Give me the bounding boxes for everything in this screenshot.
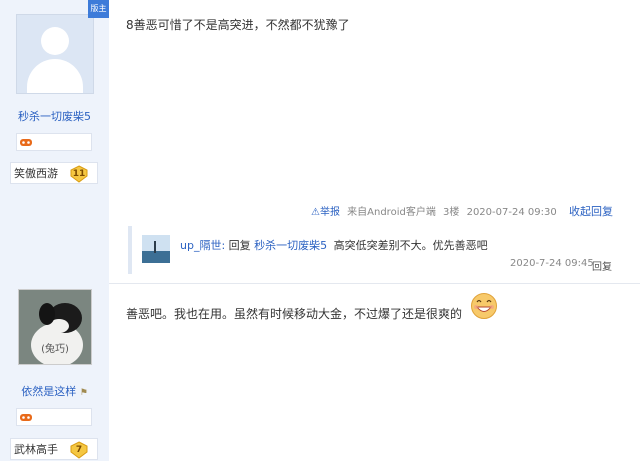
- reply-user-avatar[interactable]: [142, 235, 170, 263]
- rank-title-2: 武林高手 7: [10, 438, 98, 460]
- avatar-caption: (兔巧): [41, 344, 69, 355]
- reply-button[interactable]: 回复: [592, 258, 612, 273]
- report-link[interactable]: ⚠举报: [311, 207, 343, 218]
- warning-icon: ⚠: [311, 207, 320, 218]
- grinning-emoji-icon: [471, 293, 497, 319]
- user-avatar-2[interactable]: (兔巧): [18, 289, 92, 365]
- sidebar: 版主 秒杀一切废柴5 笑傲西游 11 (兔巧) 依然是这样 ⚑ 武林高手 7: [0, 0, 109, 461]
- reply-target-user[interactable]: 秒杀一切废柴5: [254, 239, 327, 252]
- medal-box-2: [16, 408, 92, 426]
- post-time: 2020-07-24 09:30: [466, 207, 557, 218]
- rank-label-2: 武林高手: [14, 443, 58, 456]
- reply-time: 2020-7-24 09:45: [510, 258, 594, 269]
- collapse-replies-button[interactable]: 收起回复: [569, 203, 613, 219]
- rank-title: 笑傲西游 11: [10, 162, 98, 184]
- gamepad-medal-icon: [20, 139, 32, 146]
- post-content-2: 善恶吧。我也在用。虽然有时候移动大金，不过爆了还是很爽的: [126, 307, 463, 321]
- post-source[interactable]: 来自Android客户端: [347, 207, 436, 218]
- flag-icon: ⚑: [79, 388, 88, 398]
- username-2-text: 依然是这样: [21, 385, 77, 398]
- reply-line: up_隔世: 回复 秒杀一切废柴5 高突低突差别不大。优先善恶吧: [180, 237, 488, 253]
- floor-number: 3楼: [443, 207, 460, 218]
- gamepad-medal-icon: [20, 414, 32, 421]
- rank-label: 笑傲西游: [14, 167, 58, 180]
- level-number: 11: [72, 169, 86, 179]
- level-number-2: 7: [75, 445, 83, 455]
- post-divider: [109, 283, 640, 284]
- scenery-avatar-image: [142, 235, 170, 263]
- moderator-corner-badge: 版主: [88, 0, 109, 18]
- user-avatar[interactable]: [16, 14, 94, 94]
- medal-box: [16, 133, 92, 151]
- reply-word: 回复: [228, 239, 251, 252]
- reply-text: 高突低突差别不大。优先善恶吧: [333, 239, 488, 252]
- post-meta: ⚠举报 来自Android客户端 3楼 2020-07-24 09:30: [311, 203, 557, 218]
- reply-username[interactable]: up_隔世:: [180, 239, 225, 252]
- username-link-2[interactable]: 依然是这样 ⚑: [0, 383, 109, 399]
- post-content: 8善恶可惜了不是高突进，不然都不犹豫了: [126, 18, 350, 32]
- username-link[interactable]: 秒杀一切废柴5: [0, 108, 109, 124]
